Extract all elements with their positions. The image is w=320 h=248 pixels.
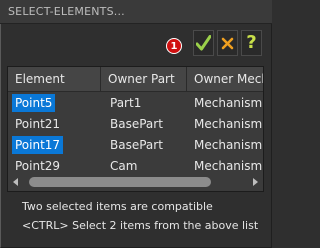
element-cell[interactable]: Point5	[8, 92, 56, 114]
owner-part-cell: BasePart	[110, 117, 163, 131]
table-row[interactable]: Point5 Part1 Mechanism	[8, 92, 263, 114]
compatibility-message: Two selected items are compatible	[22, 200, 213, 213]
title-bar: SELECT-ELEMENTS...	[0, 0, 272, 24]
table-row[interactable]: Point17 BasePart Mechanism	[8, 134, 263, 156]
scroll-right-arrow-icon[interactable]	[248, 175, 262, 189]
owner-part-cell: Part1	[110, 96, 142, 110]
check-icon	[196, 35, 211, 51]
column-header-element[interactable]: Element	[8, 67, 101, 91]
table-row[interactable]: Point21 BasePart Mechanism	[8, 113, 263, 135]
step-badge: 1	[166, 38, 182, 54]
table-row[interactable]: Point29 Cam Mechanism	[8, 155, 263, 177]
horizontal-scrollbar[interactable]	[9, 175, 262, 189]
scroll-left-arrow-icon[interactable]	[9, 175, 23, 189]
owner-mech-cell: Mechanism	[194, 138, 263, 152]
scrollbar-thumb[interactable]	[29, 177, 211, 187]
owner-mech-cell: Mechanism	[194, 96, 263, 110]
instruction-message: <CTRL> Select 2 items from the above lis…	[22, 219, 259, 232]
owner-part-cell: Cam	[110, 159, 138, 173]
column-header-owner-part[interactable]: Owner Part	[101, 67, 187, 91]
close-icon	[221, 37, 234, 49]
ok-button[interactable]	[193, 30, 214, 56]
help-icon: ?	[246, 32, 257, 53]
column-header-owner-mech[interactable]: Owner Mech	[187, 67, 263, 91]
table-header: Element Owner Part Owner Mech	[8, 67, 263, 92]
owner-mech-cell: Mechanism	[194, 159, 263, 173]
element-cell[interactable]: Point21	[8, 113, 60, 135]
cancel-button[interactable]	[217, 30, 238, 56]
owner-part-cell: BasePart	[110, 138, 163, 152]
window-title: SELECT-ELEMENTS...	[8, 5, 125, 18]
elements-table[interactable]: Element Owner Part Owner Mech Point5 Par…	[7, 66, 264, 192]
element-cell[interactable]: Point17	[8, 134, 64, 156]
owner-mech-cell: Mechanism	[194, 117, 263, 131]
help-button[interactable]: ?	[241, 30, 262, 56]
element-cell[interactable]: Point29	[8, 155, 60, 177]
